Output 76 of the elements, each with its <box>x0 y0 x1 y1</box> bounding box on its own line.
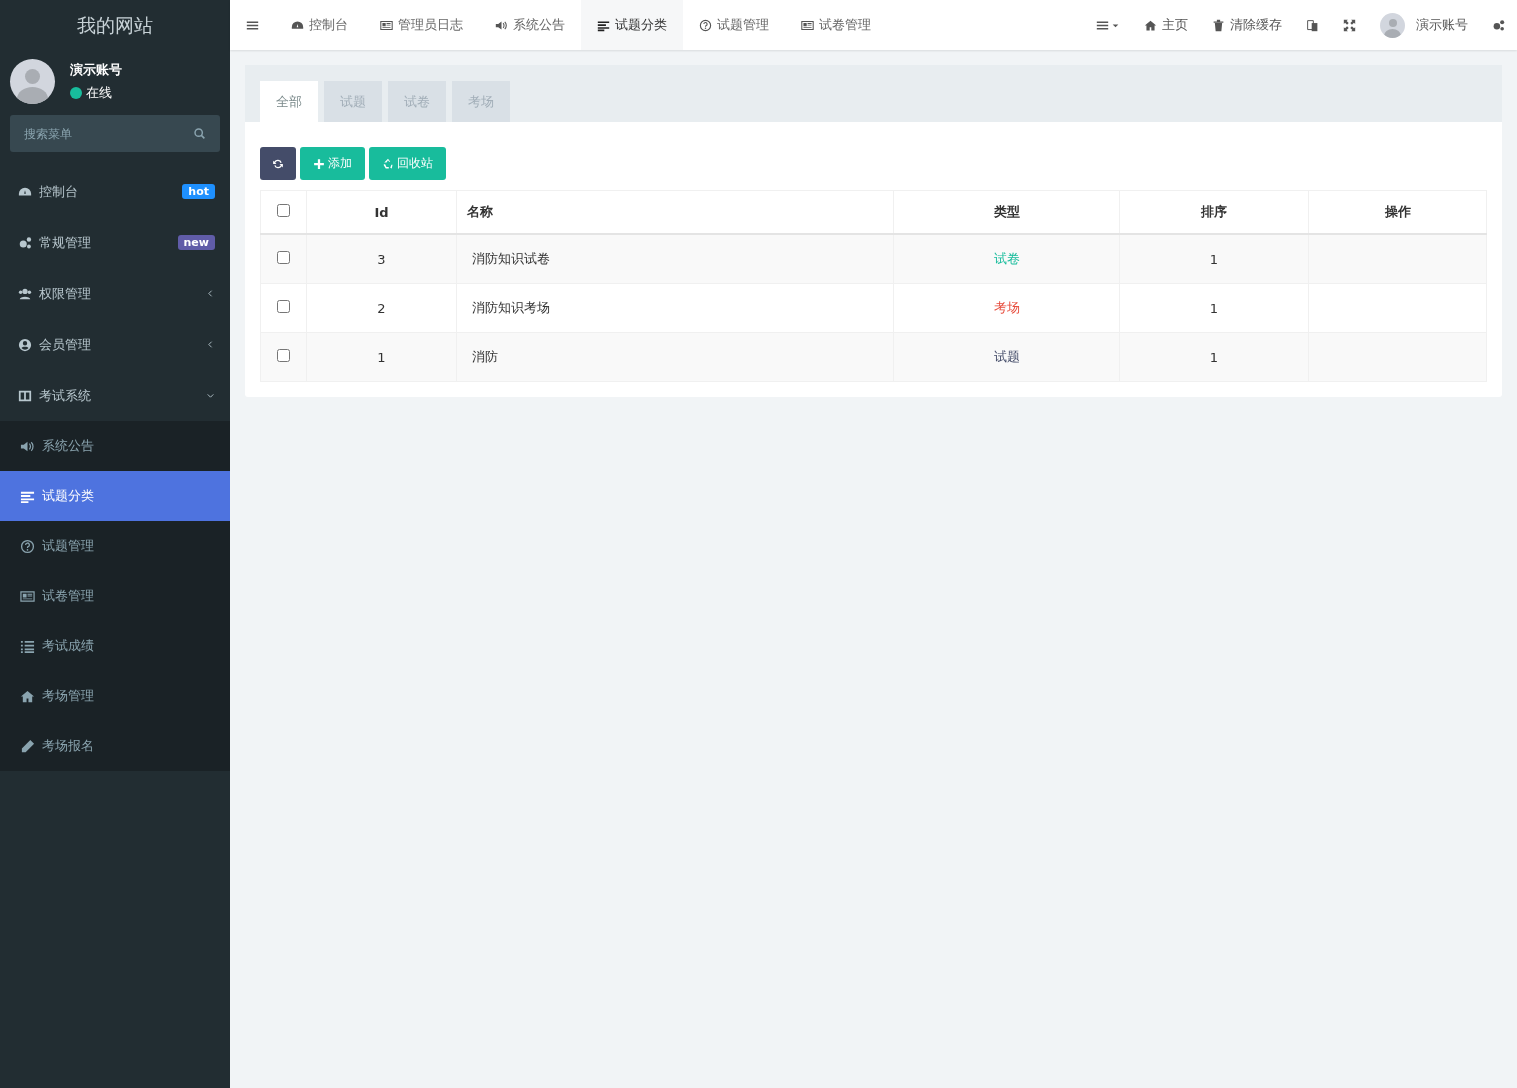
nav-tab[interactable]: 试卷管理 <box>785 0 887 50</box>
row-checkbox[interactable] <box>277 349 290 362</box>
question-icon <box>699 18 712 32</box>
submenu-item[interactable]: 系统公告 <box>0 421 230 471</box>
user-menu-button[interactable]: 演示账号 <box>1368 0 1480 50</box>
filter-tab[interactable]: 全部 <box>260 81 318 122</box>
volume-icon <box>495 18 508 32</box>
user-name: 演示账号 <box>70 61 122 79</box>
list-icon <box>20 638 35 654</box>
table-cell: 3 <box>377 251 386 267</box>
refresh-button[interactable] <box>260 147 296 180</box>
sidebar-item[interactable]: 会员管理 <box>0 319 230 370</box>
submenu-item[interactable]: 考场报名 <box>0 721 230 771</box>
user-avatar <box>10 59 55 104</box>
menu-badge: new <box>177 235 215 250</box>
search-icon <box>193 127 206 140</box>
newspaper-icon <box>380 18 393 32</box>
submenu-item[interactable]: 考试成绩 <box>0 621 230 671</box>
nav-tab[interactable]: 系统公告 <box>479 0 581 50</box>
refresh-icon <box>272 157 284 170</box>
nav-tab[interactable]: 管理员日志 <box>364 0 479 50</box>
menu-icon <box>1096 18 1109 32</box>
column-header: 名称 <box>467 204 493 219</box>
column-header: 类型 <box>993 204 1020 219</box>
chevron-left-icon <box>206 289 215 298</box>
home-icon <box>20 688 35 704</box>
menu-badge: hot <box>182 184 215 199</box>
nav-tab[interactable]: 试题分类 <box>581 0 683 50</box>
table-cell: 消防知识考场 <box>472 300 550 315</box>
columns-icon <box>18 388 32 403</box>
row-checkbox[interactable] <box>277 300 290 313</box>
status-text: 在线 <box>86 84 112 102</box>
sidebar-item[interactable]: 权限管理 <box>0 268 230 319</box>
chevron-left-icon <box>206 340 215 349</box>
table-cell: 2 <box>377 300 386 316</box>
table-cell: 1 <box>1209 251 1219 267</box>
clear-cache-button[interactable]: 清除缓存 <box>1200 0 1294 50</box>
chevron-down-icon <box>206 391 215 400</box>
table-cell: 消防知识试卷 <box>472 251 550 266</box>
type-label: 考场 <box>993 300 1020 315</box>
column-header: Id <box>374 204 389 220</box>
recycle-icon <box>382 157 394 170</box>
plus-icon <box>313 157 325 170</box>
menu-search-field[interactable]: 搜索菜单 <box>10 115 220 152</box>
column-header: 操作 <box>1384 204 1411 219</box>
home-icon <box>1144 18 1157 32</box>
newspaper-icon <box>20 588 35 604</box>
table-cell: 1 <box>1209 349 1219 365</box>
table-cell: 消防 <box>472 349 498 364</box>
row-checkbox[interactable] <box>277 251 290 264</box>
type-label: 试题 <box>993 349 1020 364</box>
menu-icon <box>246 18 259 32</box>
newspaper-icon <box>801 18 814 32</box>
submenu-item[interactable]: 试题分类 <box>0 471 230 521</box>
nav-tab[interactable]: 试题管理 <box>683 0 785 50</box>
site-logo[interactable]: 我的网站 <box>0 0 230 50</box>
trash-icon <box>1212 18 1225 32</box>
type-label: 试卷 <box>993 251 1020 266</box>
sidebar-item[interactable]: 考试系统 <box>0 370 230 421</box>
expand-icon <box>1343 18 1356 32</box>
submenu-item[interactable]: 试题管理 <box>0 521 230 571</box>
users-icon <box>18 286 32 301</box>
question-icon <box>20 538 35 554</box>
submenu-item[interactable]: 试卷管理 <box>0 571 230 621</box>
select-all-checkbox[interactable] <box>277 204 290 217</box>
pencil-icon <box>20 738 35 754</box>
column-header: 排序 <box>1201 204 1227 219</box>
home-link[interactable]: 主页 <box>1132 0 1200 50</box>
nav-tab[interactable]: 控制台 <box>275 0 364 50</box>
sidebar-item[interactable]: 常规管理 new <box>0 217 230 268</box>
table-cell: 1 <box>1209 300 1219 316</box>
sidebar-item[interactable]: 控制台 hot <box>0 166 230 217</box>
dashboard-icon <box>291 18 304 32</box>
submenu-item[interactable]: 考场管理 <box>0 671 230 721</box>
align-icon <box>597 18 610 32</box>
table-cell: 1 <box>377 349 386 365</box>
